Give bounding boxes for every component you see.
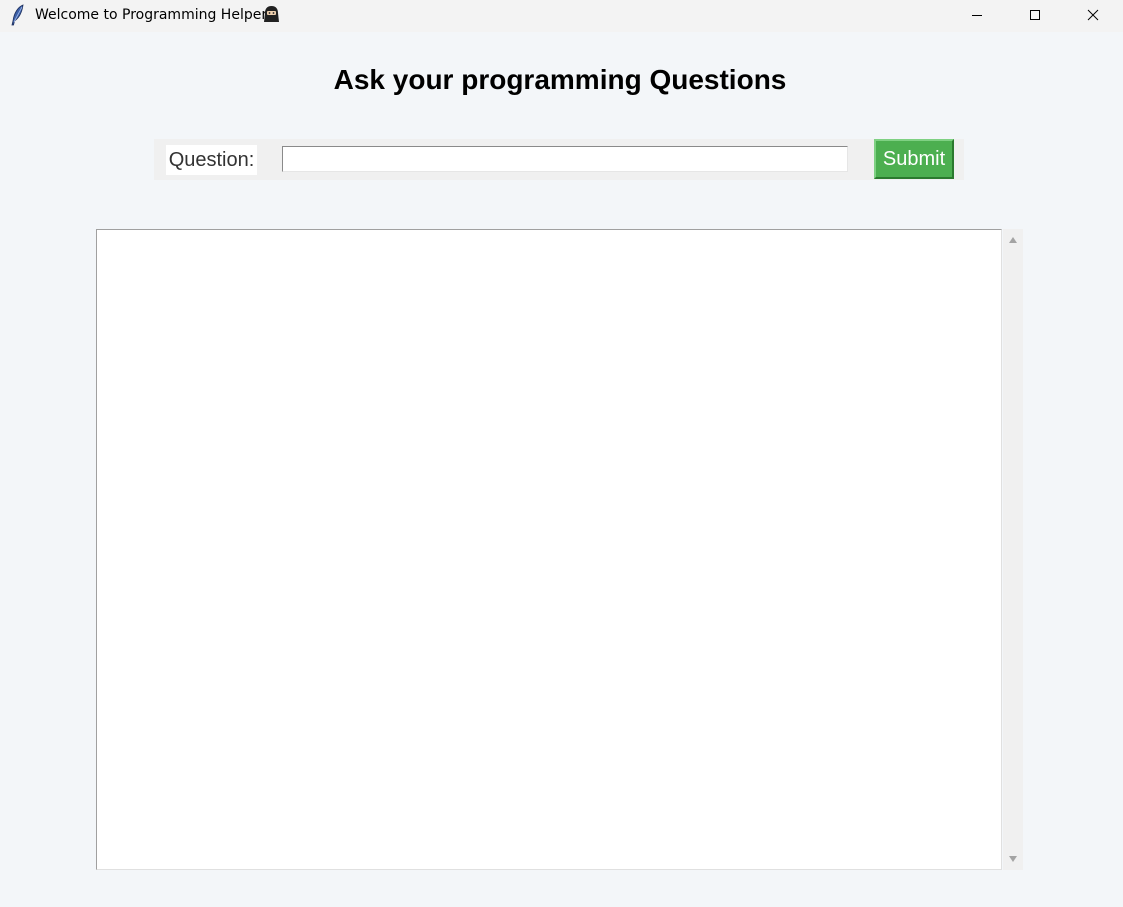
page-heading: Ask your programming Questions [333, 64, 787, 95]
maximize-button[interactable] [1006, 0, 1064, 30]
feather-icon [11, 4, 24, 26]
scroll-down-button[interactable] [1003, 849, 1023, 869]
triangle-up-icon [1009, 237, 1017, 243]
vertical-scrollbar[interactable] [1003, 229, 1023, 870]
question-label: Question: [166, 145, 257, 175]
submit-button[interactable]: Submit [874, 139, 954, 179]
minimize-icon [972, 15, 982, 16]
triangle-down-icon [1009, 856, 1017, 862]
window-title: Welcome to Programming Helper [35, 7, 268, 23]
app-window: Welcome to Programming Helper Ask your p… [0, 0, 1123, 907]
title-bar[interactable]: Welcome to Programming Helper [0, 0, 1123, 32]
minimize-button[interactable] [948, 0, 1006, 30]
close-icon [1087, 9, 1099, 21]
close-button[interactable] [1064, 0, 1122, 30]
answer-output-area[interactable] [96, 229, 1002, 870]
maximize-icon [1030, 10, 1040, 20]
question-input[interactable] [282, 146, 848, 172]
scroll-up-button[interactable] [1003, 230, 1023, 250]
ninja-icon [264, 6, 279, 22]
